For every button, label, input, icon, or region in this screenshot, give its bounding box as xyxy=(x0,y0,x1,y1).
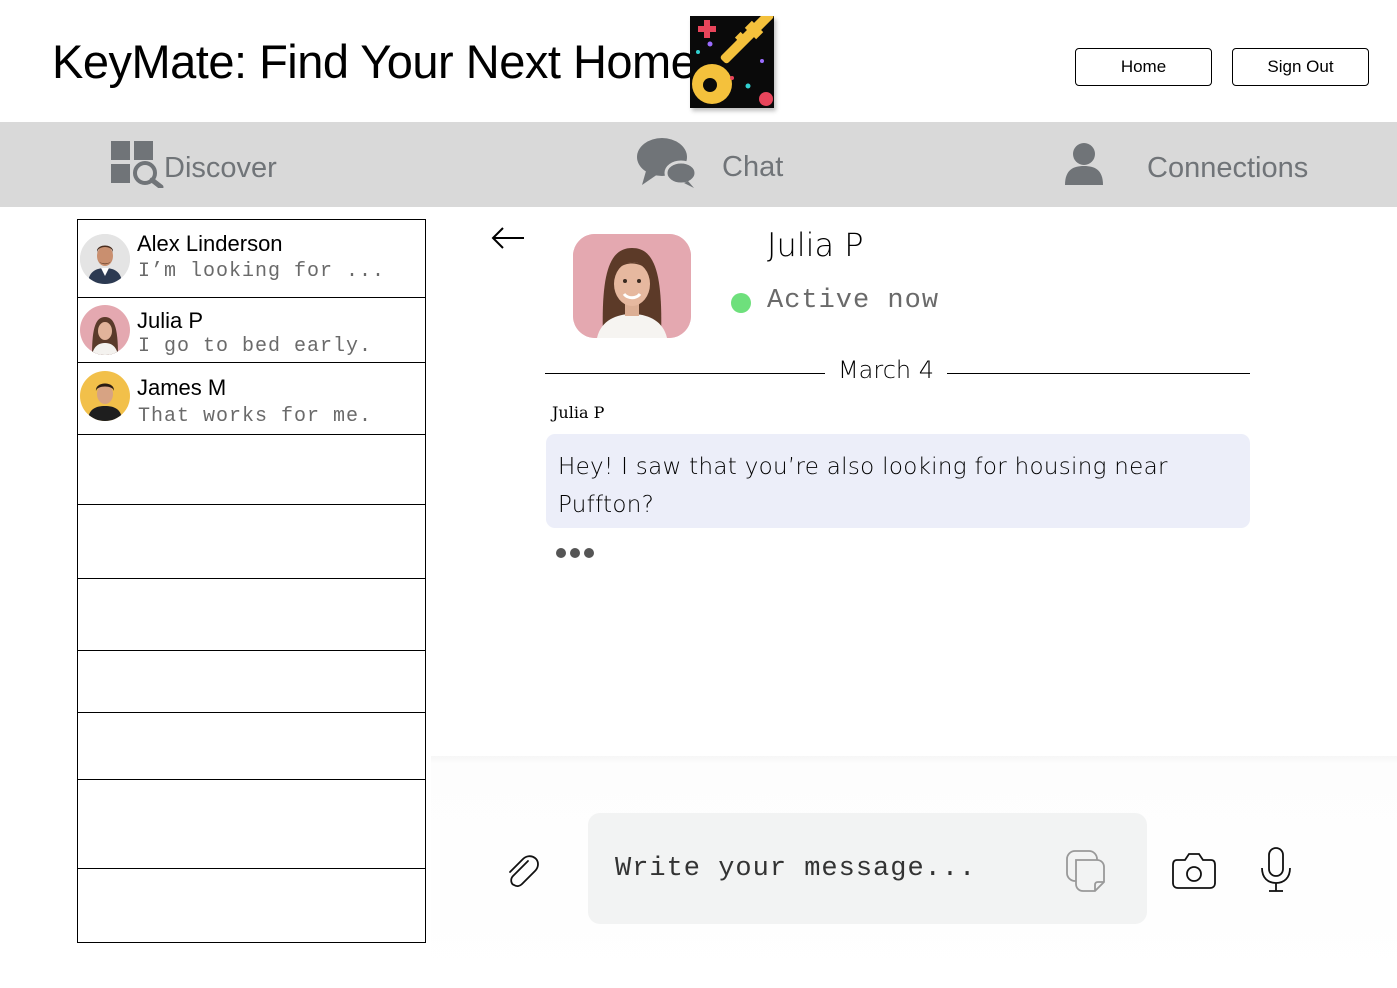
typing-indicator xyxy=(556,548,594,558)
conversation-preview: I’m looking for ... xyxy=(138,260,386,283)
app-title: KeyMate: Find Your Next Home xyxy=(52,35,697,88)
conversation-item-james[interactable]: James M That works for me. xyxy=(78,363,425,435)
nav-label-discover: Discover xyxy=(164,151,277,184)
chat-bubbles-icon xyxy=(636,137,698,197)
avatar xyxy=(80,371,130,421)
nav-tab-discover[interactable]: Discover xyxy=(110,140,277,196)
nav-tab-chat[interactable]: Chat xyxy=(636,137,783,197)
empty-list-row xyxy=(78,651,425,713)
conversation-item-alex[interactable]: Alex Linderson I’m looking for ... xyxy=(78,220,425,298)
conversation-list: Alex Linderson I’m looking for ... Julia… xyxy=(77,219,426,943)
avatar xyxy=(80,305,130,355)
empty-list-row xyxy=(78,780,425,869)
contact-avatar xyxy=(573,234,691,338)
nav-label-connections: Connections xyxy=(1147,151,1309,184)
sign-out-button[interactable]: Sign Out xyxy=(1232,48,1369,86)
empty-list-row xyxy=(78,435,425,505)
status-text: Active now xyxy=(767,286,940,316)
message-sender: Julia P xyxy=(552,403,605,422)
empty-list-row xyxy=(78,713,425,780)
discover-icon xyxy=(110,140,164,196)
conversation-name: Julia P xyxy=(137,308,204,333)
microphone-icon[interactable] xyxy=(1258,846,1294,899)
date-separator: March 4 xyxy=(837,356,935,384)
divider xyxy=(947,373,1250,374)
conversation-preview: I go to bed early. xyxy=(138,335,373,358)
contact-name: Julia P xyxy=(767,226,864,264)
empty-list-row xyxy=(78,579,425,651)
message-bubble: Hey! I saw that you’re also looking for … xyxy=(546,434,1250,528)
nav-label-chat: Chat xyxy=(722,150,784,183)
conversation-item-julia[interactable]: Julia P I go to bed early. xyxy=(78,298,425,363)
camera-icon[interactable] xyxy=(1171,852,1217,895)
home-button[interactable]: Home xyxy=(1075,48,1212,86)
avatar xyxy=(80,234,130,284)
empty-list-row xyxy=(78,505,425,579)
key-logo-icon xyxy=(690,10,774,108)
conversation-name: James M xyxy=(137,375,227,400)
nav-bar: Discover Chat Connections xyxy=(0,122,1397,207)
paperclip-icon[interactable] xyxy=(502,851,542,896)
back-arrow-icon[interactable] xyxy=(490,224,526,252)
conversation-preview: That works for me. xyxy=(138,405,373,428)
sticker-icon[interactable] xyxy=(1064,848,1108,899)
empty-list-row xyxy=(78,869,425,942)
nav-tab-connections[interactable]: Connections xyxy=(1064,142,1308,194)
divider xyxy=(545,373,825,374)
user-icon xyxy=(1064,142,1104,194)
conversation-name: Alex Linderson xyxy=(137,231,283,256)
status-indicator xyxy=(731,293,751,313)
